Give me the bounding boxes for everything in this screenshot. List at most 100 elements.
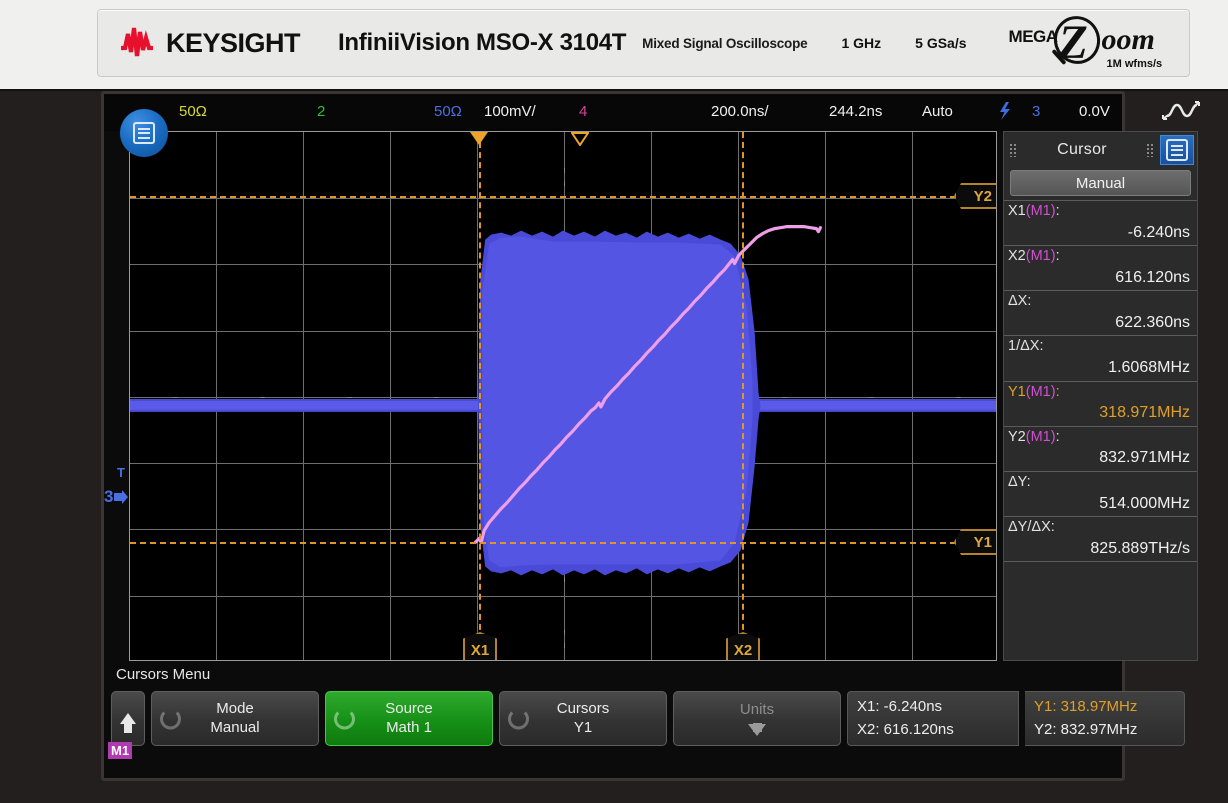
cursor-row-dydx-label: ΔY/ΔX: <box>1008 519 1055 536</box>
cursor-readout-x1: X1: -6.240ns <box>857 698 943 715</box>
status-ch4-label[interactable]: 4 <box>579 103 587 120</box>
status-trigger-mode[interactable]: Auto <box>922 103 953 120</box>
down-arrow-icon <box>748 722 766 736</box>
rotary-knob-icon <box>508 708 529 729</box>
status-ch2-label[interactable]: 2 <box>317 103 325 120</box>
cursor-row-invdx-value: 1.6068MHz <box>1108 359 1190 377</box>
menu-back-button[interactable] <box>111 691 145 746</box>
cursor-row-y2-value: 832.971MHz <box>1099 449 1190 467</box>
status-trigger-source[interactable]: 3 <box>1032 103 1040 120</box>
cursor-panel-header: Cursor <box>1004 132 1197 168</box>
autoscale-waveform-icon[interactable] <box>1159 98 1203 124</box>
cursor-x2-line[interactable] <box>742 132 744 660</box>
cursor-row-x2[interactable]: X2(M1): 616.120ns <box>1004 245 1197 290</box>
cursor-y2-line[interactable] <box>130 196 996 198</box>
cursor-sidebar-panel: Cursor Manual X1(M1): -6.240ns X2(M1): 6… <box>1003 131 1198 661</box>
cursor-row-y2[interactable]: Y2(M1): 832.971MHz <box>1004 425 1197 471</box>
softkey-units-label: Units <box>739 701 775 719</box>
ground-pointer-icon <box>114 490 129 504</box>
megazoom-prefix: MEGA <box>1008 27 1059 46</box>
keysight-waveform-logo-icon <box>121 27 153 57</box>
softkey-cursors-value: Y1 <box>573 718 593 736</box>
softkey-source-label: Source <box>385 699 433 717</box>
rotary-knob-icon <box>160 708 181 729</box>
megazoom-subtitle: 1M wfms/s <box>1106 58 1163 70</box>
trigger-level-marker[interactable]: T <box>117 466 125 479</box>
cursor-row-dydx-value: 825.889THz/s <box>1090 539 1190 557</box>
cursor-row-y1-label: Y1(M1): <box>1008 383 1060 400</box>
cursor-row-y1[interactable]: Y1(M1): 318.971MHz <box>1004 380 1197 426</box>
cursor-tag-y1[interactable]: Y1 <box>954 529 996 555</box>
scope-chassis: 50Ω 2 50Ω 100mV/ 4 200.0ns/ 244.2ns Auto… <box>0 91 1228 803</box>
cursor-row-y2-label: Y2(M1): <box>1008 428 1060 445</box>
softkey-mode[interactable]: Mode Manual <box>151 691 319 746</box>
channel-3-ground-marker[interactable]: 3 <box>104 487 129 507</box>
cursor-row-invdx[interactable]: 1/ΔX: 1.6068MHz <box>1004 335 1197 380</box>
cursor-row-y1-value: 318.971MHz <box>1099 404 1190 422</box>
cursor-readout-x2: X2: 616.120ns <box>857 720 954 738</box>
cursor-row-dydx[interactable]: ΔY/ΔX: 825.889THz/s <box>1004 516 1197 561</box>
cursor-panel-menu-button[interactable] <box>1160 135 1194 165</box>
cursor-x2-top-marker[interactable] <box>571 132 589 146</box>
megazoom-logo: MEGA Z oom 1M wfms/s <box>1007 10 1182 73</box>
softkey-units[interactable]: Units <box>673 691 841 746</box>
bandwidth-spec: 1 GHz <box>841 35 882 51</box>
status-ch3-scale[interactable]: 100mV/ <box>484 103 536 120</box>
cursor-readout-x: X1: -6.240ns X2: 616.120ns <box>847 691 1019 746</box>
status-ch1-impedance[interactable]: 50Ω <box>179 103 207 120</box>
cursor-readout-y: Y1: 318.97MHz Y2: 832.97MHz <box>1025 691 1185 746</box>
softkey-mode-label: Mode <box>216 699 254 717</box>
drag-grip-icon-left[interactable] <box>1009 143 1018 157</box>
cursor-row-spacer <box>1004 561 1197 579</box>
cursor-row-x2-value: 616.120ns <box>1115 268 1190 286</box>
brand-plate: KEYSIGHT InfiniiVision MSO-X 3104T Mixed… <box>97 9 1190 77</box>
waveform-graticule[interactable]: Y2 Y1 X1 X2 <box>129 131 997 661</box>
softkey-source[interactable]: Source Math 1 <box>325 691 493 746</box>
drag-grip-icon-right[interactable] <box>1146 143 1155 157</box>
cursor-y1-line[interactable] <box>130 542 996 544</box>
softkey-row: Mode Manual Source Math 1 Cursors Y1 Uni… <box>111 691 1185 746</box>
cursor-row-x2-label: X2(M1): <box>1008 248 1060 265</box>
softkey-cursors-label: Cursors <box>556 699 610 717</box>
math1-ground-marker[interactable]: M1 <box>108 742 133 759</box>
cursor-row-x1[interactable]: X1(M1): -6.240ns <box>1004 200 1197 245</box>
rotary-knob-icon <box>334 708 355 729</box>
status-ch3-impedance[interactable]: 50Ω <box>434 103 462 120</box>
cursor-row-dy-value: 514.000MHz <box>1099 494 1190 512</box>
up-arrow-icon <box>120 713 136 733</box>
cursor-readout-y2: Y2: 832.97MHz <box>1034 720 1138 738</box>
cursor-row-x1-label: X1(M1): <box>1008 203 1060 219</box>
megazoom-z-letter: Z <box>1058 16 1088 69</box>
cursor-readout-y1: Y1: 318.97MHz <box>1034 698 1138 715</box>
cursor-row-dy-label: ΔY: <box>1008 473 1031 490</box>
cursor-row-dy[interactable]: ΔY: 514.000MHz <box>1004 470 1197 516</box>
status-trigger-level[interactable]: 0.0V <box>1079 103 1110 120</box>
brand-header-bar: KEYSIGHT InfiniiVision MSO-X 3104T Mixed… <box>0 0 1228 91</box>
scope-display-bezel: 50Ω 2 50Ω 100mV/ 4 200.0ns/ 244.2ns Auto… <box>101 91 1200 781</box>
cursor-mode-button[interactable]: Manual <box>1010 170 1191 196</box>
cursor-row-invdx-label: 1/ΔX: <box>1008 338 1044 355</box>
softkey-cursors[interactable]: Cursors Y1 <box>499 691 667 746</box>
cursor-row-dx-label: ΔX: <box>1008 293 1032 310</box>
edge-trigger-icon[interactable] <box>997 101 1013 121</box>
model-name: InfiniiVision MSO-X 3104T <box>338 29 627 56</box>
cursor-tag-y2[interactable]: Y2 <box>954 183 996 209</box>
sample-rate-spec: 5 GSa/s <box>915 35 967 51</box>
menu-title: Cursors Menu <box>116 666 211 683</box>
cursor-x1-top-marker[interactable] <box>470 132 488 145</box>
cursor-row-x1-value: -6.240ns <box>1127 223 1190 241</box>
model-description: Mixed Signal Oscilloscope <box>642 35 808 51</box>
display-menu-button[interactable] <box>120 109 168 157</box>
cursor-row-dx[interactable]: ΔX: 622.360ns <box>1004 290 1197 335</box>
cursor-x1-line[interactable] <box>479 132 481 660</box>
list-menu-icon <box>1166 139 1188 161</box>
softkey-mode-value: Manual <box>210 718 260 736</box>
status-timebase[interactable]: 200.0ns/ <box>711 103 769 120</box>
waveform-traces <box>130 225 996 576</box>
keysight-wordmark: KEYSIGHT <box>166 27 301 58</box>
softkey-source-value: Math 1 <box>386 718 432 736</box>
megazoom-suffix: oom <box>1101 23 1155 56</box>
status-delay[interactable]: 244.2ns <box>829 103 882 120</box>
list-menu-icon <box>133 122 155 144</box>
cursor-panel-title: Cursor <box>1057 141 1107 158</box>
